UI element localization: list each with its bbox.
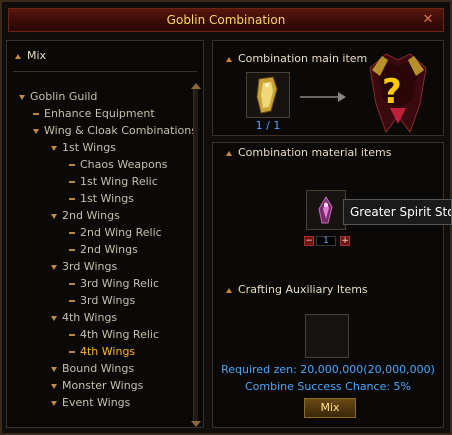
expand-triangle-icon: [51, 383, 57, 389]
tree-item-label: Goblin Guild: [30, 90, 98, 103]
tree-item-label: 2nd Wings: [80, 243, 138, 256]
quantity-field[interactable]: 1: [316, 236, 336, 246]
tree-item-label: 3rd Wings: [80, 294, 136, 307]
expand-triangle-icon: [19, 94, 25, 100]
leaf-dash-icon: [69, 283, 75, 285]
tree-item[interactable]: 1st Wings: [69, 191, 134, 207]
title-bar[interactable]: Goblin Combination ✕: [8, 8, 444, 32]
leaf-dash-icon: [69, 181, 75, 183]
tree-item[interactable]: Monster Wings: [51, 378, 143, 394]
spirit-stone-icon: [318, 196, 333, 224]
main-item-title-label: Combination main item: [238, 52, 368, 65]
tree-item-label: 3rd Wings: [62, 260, 118, 273]
expand-triangle-icon: [33, 128, 39, 134]
leaf-dash-icon: [69, 351, 75, 353]
section-bullet-icon: [226, 287, 232, 293]
expand-triangle-icon: [51, 264, 57, 270]
tree-item-label: Monster Wings: [62, 379, 144, 392]
expand-triangle-icon: [51, 366, 57, 372]
close-icon[interactable]: ✕: [421, 13, 435, 27]
item-tooltip: Greater Spirit Stone: [343, 199, 452, 225]
unknown-result-mark: ?: [382, 72, 402, 112]
mix-tree-panel: Mix Goblin Guild Enhance Equipment Wing & …: [6, 40, 204, 428]
expand-triangle-icon: [51, 213, 57, 219]
tree-item[interactable]: 2nd Wings: [51, 208, 120, 224]
section-bullet-icon: [226, 150, 232, 156]
result-item-slot[interactable]: ?: [360, 46, 436, 138]
tree-item-label: 4th Wing Relic: [80, 328, 159, 341]
tree-item[interactable]: 2nd Wing Relic: [69, 225, 162, 241]
auxiliary-section-title: Crafting Auxiliary Items: [226, 283, 368, 296]
combine-arrow-icon: [300, 92, 346, 102]
tree-item[interactable]: 2nd Wings: [69, 242, 138, 258]
tree-item-label: 2nd Wings: [62, 209, 120, 222]
material-item-slot[interactable]: [306, 190, 346, 230]
leaf-dash-icon: [69, 164, 75, 166]
mix-header: Mix: [15, 49, 46, 62]
scroll-down-icon[interactable]: [191, 421, 201, 427]
tree-item-label: 1st Wings: [62, 141, 116, 154]
expand-triangle-icon: [51, 145, 57, 151]
required-zen: Required zen: 20,000,000(20,000,000): [221, 363, 435, 376]
tree-item-label: Chaos Weapons: [80, 158, 168, 171]
leaf-dash-icon: [69, 232, 75, 234]
tree-item[interactable]: Event Wings: [51, 395, 130, 411]
tree-item[interactable]: Chaos Weapons: [69, 157, 168, 173]
tree-item[interactable]: 1st Wing Relic: [69, 174, 158, 190]
tree-item[interactable]: Bound Wings: [51, 361, 134, 377]
auxiliary-item-slot[interactable]: [305, 314, 349, 358]
leaf-dash-icon: [33, 113, 39, 115]
tree-item-label: 2nd Wing Relic: [80, 226, 162, 239]
tree-item[interactable]: 3rd Wing Relic: [69, 276, 159, 292]
materials-title-label: Combination material items: [238, 146, 392, 159]
leaf-dash-icon: [69, 198, 75, 200]
arrowhead: [338, 92, 346, 102]
tree-item-label: Wing & Cloak Combinations: [44, 124, 197, 137]
scroll-up-icon[interactable]: [191, 83, 201, 89]
main-item-slot[interactable]: [246, 72, 290, 118]
leaf-dash-icon: [69, 334, 75, 336]
tree-item[interactable]: 4th Wings: [69, 344, 135, 360]
tree-item[interactable]: 3rd Wings: [69, 293, 135, 309]
success-chance: Combine Success Chance: 5%: [244, 380, 411, 393]
leaf-dash-icon: [69, 300, 75, 302]
tree-item-label: 4th Wings: [62, 311, 118, 324]
leaf-dash-icon: [69, 249, 75, 251]
expand-triangle-icon: [51, 400, 57, 406]
tree-item-label: 1st Wings: [80, 192, 134, 205]
main-item-count: 1 / 1: [255, 119, 281, 132]
mix-header-label: Mix: [27, 49, 47, 62]
wing-item-icon: [256, 76, 278, 114]
section-bullet-icon: [226, 56, 232, 62]
tree-item[interactable]: Goblin Guild: [19, 89, 97, 105]
quantity-decrease-button[interactable]: −: [304, 236, 314, 246]
materials-section-title: Combination material items: [226, 146, 391, 159]
tree-scrollbar[interactable]: [191, 83, 201, 427]
tree-item[interactable]: 4th Wing Relic: [69, 327, 159, 343]
main-item-section-title: Combination main item: [226, 52, 367, 65]
tree-item[interactable]: 3rd Wings: [51, 259, 117, 275]
mix-bullet-icon: [15, 53, 21, 59]
tree-item-label: Event Wings: [62, 396, 131, 409]
tree-item[interactable]: Enhance Equipment: [33, 106, 155, 122]
mix-button[interactable]: Mix: [304, 398, 356, 418]
tree-item-label: 3rd Wing Relic: [80, 277, 160, 290]
tree-item-label: Bound Wings: [62, 362, 135, 375]
tree-item-label: 1st Wing Relic: [80, 175, 158, 188]
tree-item[interactable]: 1st Wings: [51, 140, 116, 156]
auxiliary-title-label: Crafting Auxiliary Items: [238, 283, 368, 296]
tree-item-label: Enhance Equipment: [44, 107, 155, 120]
tree-item-label: 4th Wings: [80, 345, 136, 358]
divider: [13, 71, 197, 72]
expand-triangle-icon: [51, 315, 57, 321]
window-title: Goblin Combination: [166, 13, 286, 27]
tree-item[interactable]: 4th Wings: [51, 310, 117, 326]
tree-item[interactable]: Wing & Cloak Combinations: [33, 123, 197, 139]
quantity-increase-button[interactable]: +: [340, 236, 350, 246]
